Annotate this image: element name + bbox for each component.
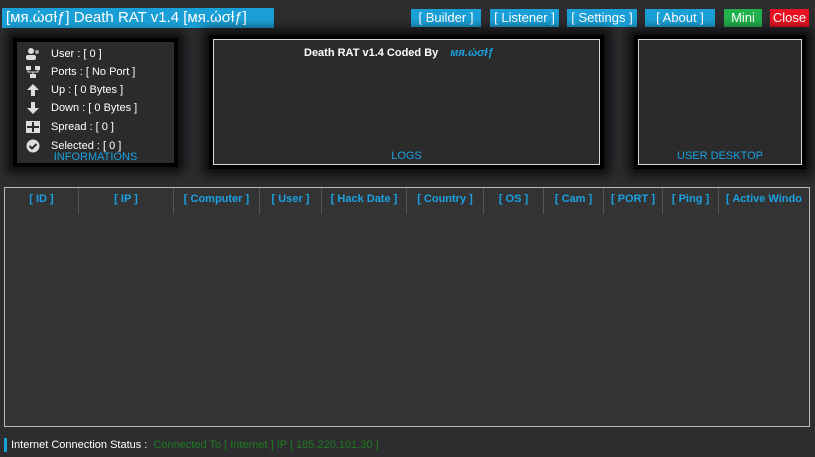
status-label: Internet Connection Status : [11,438,148,451]
arrow-down-icon [27,102,39,114]
app-title: [мя.ώσƚƒ] Death RAT v1.4 [мя.ώσƚƒ] [2,8,274,28]
info-ports-text: Ports : [ No Port ] [51,66,136,78]
logs-panel: Death RAT v1.4 Coded By мя.ώσƚƒ LOGS [209,35,604,169]
listener-button[interactable]: [ Listener ] [490,9,559,27]
logs-caption: LOGS [391,150,422,162]
spread-icon [26,121,40,133]
status-accent-bar [4,437,7,452]
info-spread-text: Spread : [ 0 ] [51,121,114,133]
settings-button[interactable]: [ Settings ] [567,9,637,27]
info-user-text: User : [ 0 ] [51,48,102,60]
info-row-up: Up : [ 0 Bytes ] [25,82,123,98]
logs-header-text: Death RAT v1.4 Coded By [304,47,439,59]
info-down-text: Down : [ 0 Bytes ] [51,102,138,114]
info-row-ports: Ports : [ No Port ] [25,64,135,80]
users-icon [26,48,39,60]
informations-panel: User : [ 0 ] Ports : [ No Port ] Up : [ … [13,38,178,167]
status-bar: Internet Connection Status : Connected T… [4,437,379,452]
info-row-spread: Spread : [ 0 ] [25,119,114,135]
user-desktop-caption: USER DESKTOP [677,150,763,162]
about-button[interactable]: [ About ] [645,9,715,27]
info-row-down: Down : [ 0 Bytes ] [25,100,137,116]
column-header-ip[interactable]: [ IP ] [79,188,174,214]
informations-caption: INFORMATIONS [53,151,138,163]
column-header-os[interactable]: [ OS ] [484,188,544,214]
info-row-user: User : [ 0 ] [25,46,102,62]
column-header-id[interactable]: [ ID ] [5,188,79,214]
column-header-country[interactable]: [ Country ] [407,188,484,214]
logs-header: Death RAT v1.4 Coded By мя.ώσƚƒ [304,47,494,59]
column-header-computer[interactable]: [ Computer ] [174,188,260,214]
column-header-active-window[interactable]: [ Active Windo [719,188,809,214]
table-header: [ ID ] [ IP ] [ Computer ] [ User ] [ Ha… [5,188,809,214]
info-up-text: Up : [ 0 Bytes ] [51,84,124,96]
mini-button[interactable]: Mini [724,9,762,27]
user-desktop-panel: USER DESKTOP [634,35,806,169]
builder-button[interactable]: [ Builder ] [411,9,481,27]
clients-table[interactable]: [ ID ] [ IP ] [ Computer ] [ User ] [ Ha… [4,187,810,427]
network-icon [26,66,40,78]
column-header-user[interactable]: [ User ] [260,188,322,214]
arrow-up-icon [27,84,39,96]
status-value: Connected To [ Internet ] IP [ 185.220.1… [153,438,379,451]
column-header-hack-date[interactable]: [ Hack Date ] [322,188,407,214]
column-header-port[interactable]: [ PORT ] [604,188,663,214]
close-button[interactable]: Close [770,9,809,27]
column-header-ping[interactable]: [ Ping ] [663,188,719,214]
coder-signature: мя.ώσƚƒ [450,47,494,59]
column-header-cam[interactable]: [ Cam ] [544,188,604,214]
